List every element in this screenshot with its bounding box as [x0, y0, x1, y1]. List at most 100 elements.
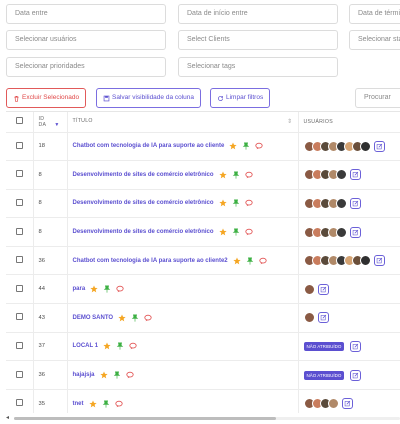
- avatar[interactable]: [335, 169, 347, 181]
- chat-icon[interactable]: [244, 228, 253, 236]
- row-checkbox[interactable]: [15, 284, 23, 292]
- end-date-range-field[interactable]: Data de término: [349, 4, 400, 24]
- star-icon[interactable]: [88, 400, 97, 408]
- horizontal-scrollbar[interactable]: ◂: [6, 415, 400, 421]
- row-checkbox[interactable]: [15, 256, 23, 264]
- edit-users-button[interactable]: [350, 340, 362, 352]
- pin-icon[interactable]: [232, 171, 240, 179]
- pin-icon[interactable]: [116, 342, 124, 351]
- row-checkbox[interactable]: [15, 370, 23, 378]
- users-select[interactable]: Selecionar usuários: [6, 30, 166, 50]
- chat-icon[interactable]: [114, 400, 123, 408]
- row-checkbox[interactable]: [15, 198, 23, 206]
- row-checkbox[interactable]: [15, 227, 23, 235]
- delete-selected-button[interactable]: Excluir Selecionado: [6, 88, 87, 108]
- pin-icon[interactable]: [131, 314, 139, 322]
- task-title-link[interactable]: LOCAL 1: [73, 343, 99, 349]
- table-row[interactable]: 8 Desenvolvimento de sites de comércio el…: [6, 189, 400, 219]
- table-row[interactable]: 44 para: [6, 274, 400, 305]
- star-icon[interactable]: [103, 342, 111, 350]
- task-title-link[interactable]: hajajsja: [73, 372, 95, 378]
- avatar[interactable]: [303, 283, 315, 295]
- chat-icon[interactable]: [259, 257, 267, 265]
- row-checkbox[interactable]: [15, 141, 23, 149]
- save-column-visibility-button[interactable]: Salvar visibilidade da coluna: [96, 88, 202, 108]
- pin-icon[interactable]: [113, 371, 121, 379]
- pin-icon[interactable]: [102, 400, 110, 408]
- chat-icon[interactable]: [255, 142, 263, 150]
- pin-icon[interactable]: [242, 142, 250, 150]
- id-column-header[interactable]: ID DA ▼: [33, 112, 68, 133]
- task-title-link[interactable]: tnet: [73, 401, 84, 407]
- task-title-link[interactable]: Desenvolvimento de sites de comércio ele…: [73, 229, 214, 235]
- title-column-header[interactable]: TÍTULO ⇕: [67, 112, 299, 133]
- edit-users-button[interactable]: [317, 283, 329, 295]
- star-icon[interactable]: [233, 257, 241, 265]
- start-date-range-field[interactable]: Data de início entre: [178, 4, 338, 24]
- chat-icon[interactable]: [144, 314, 152, 322]
- row-checkbox[interactable]: [15, 313, 23, 321]
- clients-select[interactable]: Select Clients: [178, 30, 338, 50]
- chat-icon[interactable]: [244, 171, 253, 179]
- clear-filters-button[interactable]: Limpar filtros: [210, 88, 271, 108]
- id-cell: 18: [33, 132, 68, 162]
- row-checkbox[interactable]: [15, 399, 23, 407]
- task-title-link[interactable]: Chatbot com tecnologia de IA para suport…: [73, 258, 228, 264]
- scroll-thumb[interactable]: [14, 417, 276, 420]
- chat-icon[interactable]: [244, 199, 253, 207]
- task-title-link[interactable]: Chatbot com tecnologia de IA para suport…: [73, 143, 225, 149]
- scroll-left-arrow-icon[interactable]: ◂: [6, 415, 9, 421]
- chat-icon[interactable]: [129, 342, 137, 350]
- row-checkbox[interactable]: [15, 341, 23, 349]
- row-checkbox[interactable]: [15, 170, 23, 178]
- status-select[interactable]: Selecionar status: [349, 30, 400, 50]
- edit-users-button[interactable]: [349, 197, 361, 209]
- edit-users-button[interactable]: [349, 169, 361, 181]
- date-range-field[interactable]: Data entre: [6, 4, 166, 24]
- task-title-link[interactable]: Desenvolvimento de sites de comércio ele…: [73, 172, 214, 178]
- table-row[interactable]: 35 tnet: [6, 389, 400, 413]
- edit-users-button[interactable]: [317, 312, 329, 324]
- edit-users-button[interactable]: [349, 226, 361, 238]
- edit-users-button[interactable]: [373, 140, 385, 152]
- star-icon[interactable]: [218, 171, 227, 179]
- star-icon[interactable]: [99, 371, 108, 379]
- edit-users-button[interactable]: [350, 369, 362, 381]
- table-row[interactable]: 43 DEMO SANTO: [6, 303, 400, 333]
- task-title-link[interactable]: DEMO SANTO: [73, 315, 114, 321]
- pin-icon[interactable]: [246, 257, 254, 265]
- table-row[interactable]: 18 Chatbot com tecnologia de IA para supo…: [6, 132, 400, 162]
- star-icon[interactable]: [118, 314, 126, 322]
- priorities-select[interactable]: Selecionar prioridades: [6, 57, 166, 77]
- avatar[interactable]: [303, 312, 315, 324]
- pin-icon[interactable]: [232, 199, 240, 208]
- pin-icon[interactable]: [103, 285, 111, 293]
- table-row[interactable]: 8 Desenvolvimento de sites de comércio el…: [6, 160, 400, 190]
- tags-select[interactable]: Selecionar tags: [178, 57, 338, 77]
- star-icon[interactable]: [229, 142, 237, 150]
- avatar[interactable]: [335, 197, 347, 209]
- avatar[interactable]: [359, 255, 371, 267]
- star-icon[interactable]: [218, 228, 227, 236]
- table-row[interactable]: 8 Desenvolvimento de sites de comércio el…: [6, 217, 400, 247]
- edit-users-button[interactable]: [373, 255, 385, 267]
- avatar[interactable]: [359, 140, 371, 152]
- task-title-link[interactable]: Desenvolvimento de sites de comércio ele…: [73, 200, 214, 206]
- chat-icon[interactable]: [116, 285, 124, 293]
- pin-icon[interactable]: [232, 228, 240, 236]
- search-input[interactable]: Procurar: [355, 88, 400, 108]
- table-row[interactable]: 36 hajajsja NÃO ATRIBUÍDO: [6, 360, 400, 390]
- task-title-link[interactable]: para: [73, 286, 86, 292]
- star-icon[interactable]: [90, 285, 98, 293]
- avatar[interactable]: [327, 398, 339, 410]
- sort-icon[interactable]: ⇕: [287, 118, 292, 125]
- avatar[interactable]: [335, 226, 347, 238]
- edit-users-button[interactable]: [341, 398, 353, 410]
- sort-desc-icon[interactable]: ▼: [54, 122, 59, 128]
- title-cell: Chatbot com tecnologia de IA para suport…: [67, 246, 299, 276]
- table-row[interactable]: 36 Chatbot com tecnologia de IA para supo…: [6, 246, 400, 276]
- chat-icon[interactable]: [125, 371, 134, 379]
- table-row[interactable]: 37 LOCAL 1 NÃO ATRIBUÍDO: [6, 332, 400, 362]
- select-all-checkbox[interactable]: [15, 117, 23, 125]
- star-icon[interactable]: [218, 199, 227, 207]
